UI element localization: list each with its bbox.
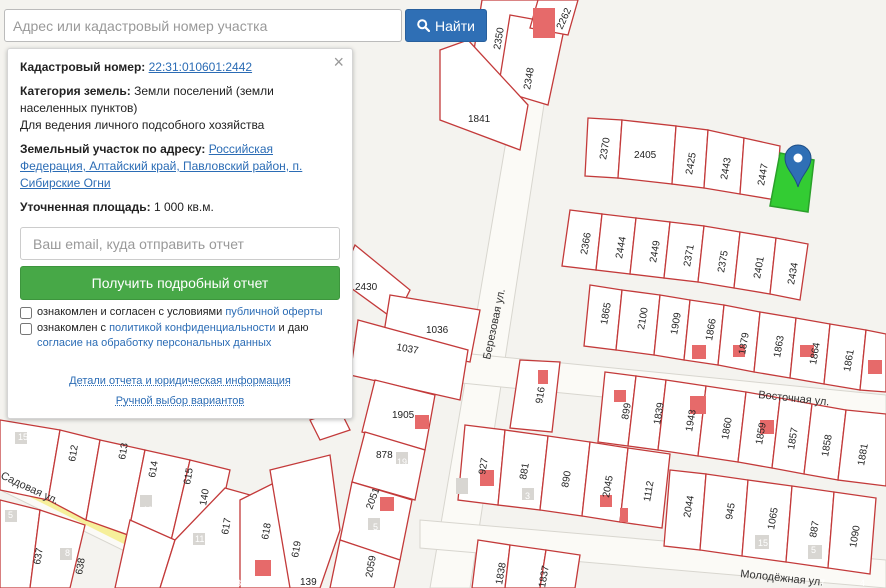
offer-link[interactable]: публичной оферты	[225, 306, 322, 318]
privacy-text-2: и даю	[278, 322, 309, 334]
svg-text:5: 5	[373, 522, 378, 532]
search-button[interactable]: Найти	[405, 9, 487, 42]
offer-consent-row: ознакомлен и согласен с условиями публич…	[20, 305, 340, 320]
cadastral-label: Кадастровый номер:	[20, 60, 146, 74]
area-row: Уточненная площадь: 1 000 кв.м.	[20, 199, 340, 216]
svg-text:8: 8	[65, 548, 70, 558]
privacy-text: ознакомлен с	[37, 322, 107, 334]
search-icon	[417, 19, 431, 32]
svg-text:15: 15	[758, 538, 768, 548]
consent-link[interactable]: согласие на обработку персональных данны…	[37, 337, 271, 349]
plot-number: 139	[300, 577, 317, 588]
svg-text:11: 11	[195, 534, 204, 544]
svg-text:7: 7	[820, 578, 825, 588]
privacy-link[interactable]: политикой конфиденциальности	[109, 322, 275, 334]
category-row: Категория земель: Земли поселений (земли…	[20, 83, 340, 134]
close-icon[interactable]: ×	[333, 53, 344, 71]
plot-number: 878	[376, 450, 393, 461]
plot-number: 1905	[392, 410, 415, 421]
plot-info-panel: × Кадастровый номер: 22:31:010601:2442 К…	[7, 48, 353, 419]
svg-text:4: 4	[860, 578, 865, 588]
area-label: Уточненная площадь:	[20, 200, 151, 214]
plot-number: 2430	[355, 282, 378, 293]
area-value: 1 000 кв.м.	[153, 200, 214, 214]
cadastral-row: Кадастровый номер: 22:31:010601:2442	[20, 59, 340, 76]
svg-text:3: 3	[525, 491, 530, 501]
svg-text:15: 15	[18, 432, 28, 442]
details-link[interactable]: Детали отчета и юридическая информация	[20, 373, 340, 389]
address-row: Земельный участок по адресу: Российская …	[20, 141, 340, 192]
svg-text:5: 5	[811, 545, 816, 555]
svg-text:19: 19	[143, 505, 153, 515]
plot-number: 1841	[468, 114, 491, 125]
category-label: Категория земель:	[20, 84, 131, 98]
building	[533, 8, 555, 38]
usage-value: Для ведения личного подсобного хозяйства	[20, 118, 265, 132]
get-report-button[interactable]: Получить подробный отчет	[20, 266, 340, 300]
get-report-button-label: Получить подробный отчет	[91, 274, 269, 291]
svg-text:4: 4	[500, 552, 505, 562]
manual-selection-link[interactable]: Ручной выбор вариантов	[20, 393, 340, 409]
address-label: Земельный участок по адресу:	[20, 142, 206, 156]
plot-row-1	[584, 117, 815, 213]
cadastral-number-link[interactable]: 22:31:010601:2442	[149, 60, 252, 74]
svg-text:19: 19	[397, 457, 407, 467]
privacy-consent-row: ознакомлен с политикой конфиденциальност…	[20, 321, 340, 351]
plot-number: 1036	[426, 325, 449, 336]
plot-number: 2405	[634, 150, 657, 161]
svg-text:5: 5	[8, 510, 13, 520]
privacy-checkbox[interactable]	[20, 323, 32, 335]
search-button-label: Найти	[435, 17, 475, 34]
offer-checkbox[interactable]	[20, 307, 32, 319]
plot-number: 638	[74, 557, 88, 576]
email-input[interactable]	[20, 227, 340, 260]
search-input[interactable]	[4, 9, 402, 42]
svg-text:3: 3	[236, 578, 241, 588]
offer-text: ознакомлен и согласен с условиями	[37, 306, 223, 318]
